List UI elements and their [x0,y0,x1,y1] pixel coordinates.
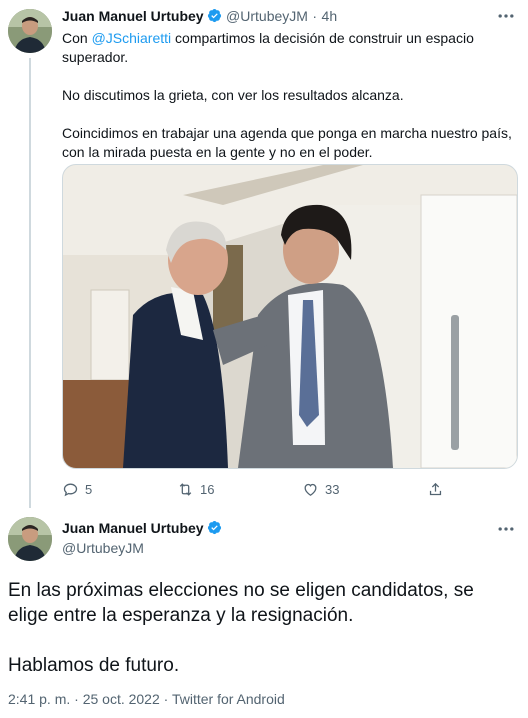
reply-count: 5 [85,482,93,497]
tweet-meta[interactable]: 2:41 p. m. · 25 oct. 2022 · Twitter for … [8,691,285,707]
like-action[interactable]: 33 [302,481,339,498]
author-handle[interactable]: @UrtubeyJM [62,540,144,556]
reply-icon [63,483,78,497]
author-name[interactable]: Juan Manuel Urtubey [62,520,204,536]
tweet-header: Juan Manuel Urtubey @UrtubeyJM · 4h [62,8,337,26]
text-line2: superador. [62,49,129,65]
tweet-text: Con @JSchiaretti compartimos la decisión… [62,29,517,162]
text-line2: elige entre la esperanza y la resignació… [8,605,354,626]
text-para2: Hablamos de futuro. [8,655,180,676]
avatar[interactable] [8,9,52,53]
text-para2: No discutimos la grieta, con ver los res… [62,87,404,103]
retweet-icon [179,483,192,496]
share-action[interactable] [427,481,444,498]
retweet-action[interactable]: 16 [177,481,214,498]
reply-action[interactable]: 5 [62,481,92,498]
tweet2-text: En las próximas elecciones no se eligen … [8,578,523,678]
text-line1: En las próximas elecciones no se eligen … [8,580,474,601]
tweet-time[interactable]: 4h [322,8,338,24]
text-para3-line2: con la mirada puesta en la gente y no en… [62,144,373,160]
author-name[interactable]: Juan Manuel Urtubey [62,8,204,24]
mention-link[interactable]: @JSchiaretti [92,30,172,46]
tweet2-header: Juan Manuel Urtubey [62,520,222,538]
retweet-count: 16 [200,482,215,497]
verified-badge-icon [207,8,222,23]
tweet-photo[interactable] [62,164,518,469]
text-line1-post: compartimos la decisión de construir un … [171,30,474,46]
more-icon[interactable] [496,6,516,31]
like-count: 33 [325,482,340,497]
avatar[interactable] [8,517,52,561]
more-icon[interactable] [496,519,516,544]
thread-line [29,58,31,508]
text-line1-pre: Con [62,30,92,46]
separator-dot: · [312,8,318,24]
like-icon [304,483,317,496]
author-handle[interactable]: @UrtubeyJM [226,8,308,24]
verified-badge-icon [207,520,222,535]
share-icon [429,482,442,496]
text-para3-line1: Coincidimos en trabajar una agenda que p… [62,125,512,141]
